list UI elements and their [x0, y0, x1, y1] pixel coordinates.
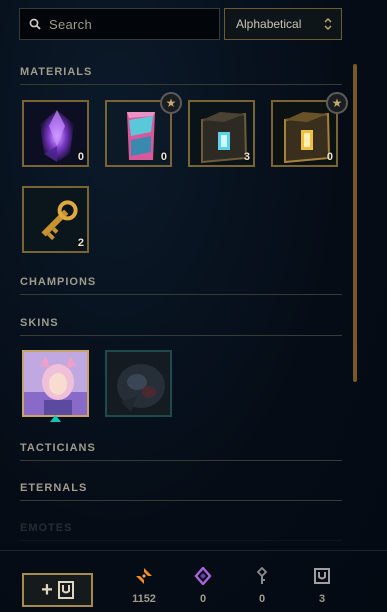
material-count: 0 [326, 151, 333, 163]
sort-arrows-icon [324, 18, 332, 30]
chest-icon [314, 568, 330, 584]
material-hextech-chest[interactable]: 3 [188, 100, 255, 167]
currency-chests: 3 [302, 567, 342, 605]
skin-splash-art [107, 352, 170, 415]
star-badge-icon: ★ [160, 92, 182, 114]
skin-shard-pink[interactable] [22, 350, 89, 417]
search-box[interactable] [19, 8, 220, 40]
mythic-essence-icon [194, 567, 212, 585]
section-tacticians-title[interactable]: TACTICIANS [20, 442, 342, 461]
currency-value: 0 [258, 593, 266, 605]
currency-value: 1152 [132, 593, 156, 605]
star-badge-icon: ★ [326, 92, 348, 114]
key-fragment-icon [256, 567, 268, 584]
inventory-list[interactable]: MATERIALS 0 0 ★ 3 0 ★ 2 CHAMPIONS SKINS … [0, 52, 387, 550]
material-count: 0 [160, 151, 167, 163]
currency-value: 3 [318, 593, 326, 605]
currency-value: 0 [199, 593, 207, 605]
section-eternals-title[interactable]: ETERNALS [20, 482, 342, 501]
selected-indicator-icon [50, 415, 61, 422]
blue-essence-icon [136, 568, 152, 584]
material-gemstone[interactable]: 0 [22, 100, 89, 167]
sort-selected-label: Alphabetical [236, 17, 302, 31]
scrollbar-thumb[interactable] [353, 64, 357, 382]
material-hextech-key[interactable]: 2 [22, 186, 89, 253]
search-icon [29, 18, 41, 30]
currency-blue-essence: 1152 [124, 567, 164, 605]
material-count: 0 [77, 151, 84, 163]
material-count: 3 [243, 151, 250, 163]
sort-dropdown[interactable]: Alphabetical [224, 8, 342, 40]
bottom-bar: + 1152 0 0 3 [0, 550, 387, 612]
skin-splash-art [24, 352, 87, 415]
plus-icon: + [41, 578, 53, 601]
currency-mythic-essence: 0 [183, 567, 223, 605]
currency-key-fragment: 0 [242, 567, 282, 605]
material-count: 2 [77, 237, 84, 249]
skin-shard-dark[interactable] [105, 350, 172, 417]
section-emotes-title[interactable]: EMOTES [20, 522, 342, 541]
section-materials-title[interactable]: MATERIALS [20, 66, 342, 85]
toolbar: Alphabetical [19, 8, 343, 40]
section-skins-title[interactable]: SKINS [20, 317, 342, 336]
chest-icon [57, 581, 74, 599]
search-input[interactable] [49, 16, 199, 32]
add-chest-button[interactable]: + [22, 573, 93, 607]
section-champions-title[interactable]: CHAMPIONS [20, 276, 342, 295]
